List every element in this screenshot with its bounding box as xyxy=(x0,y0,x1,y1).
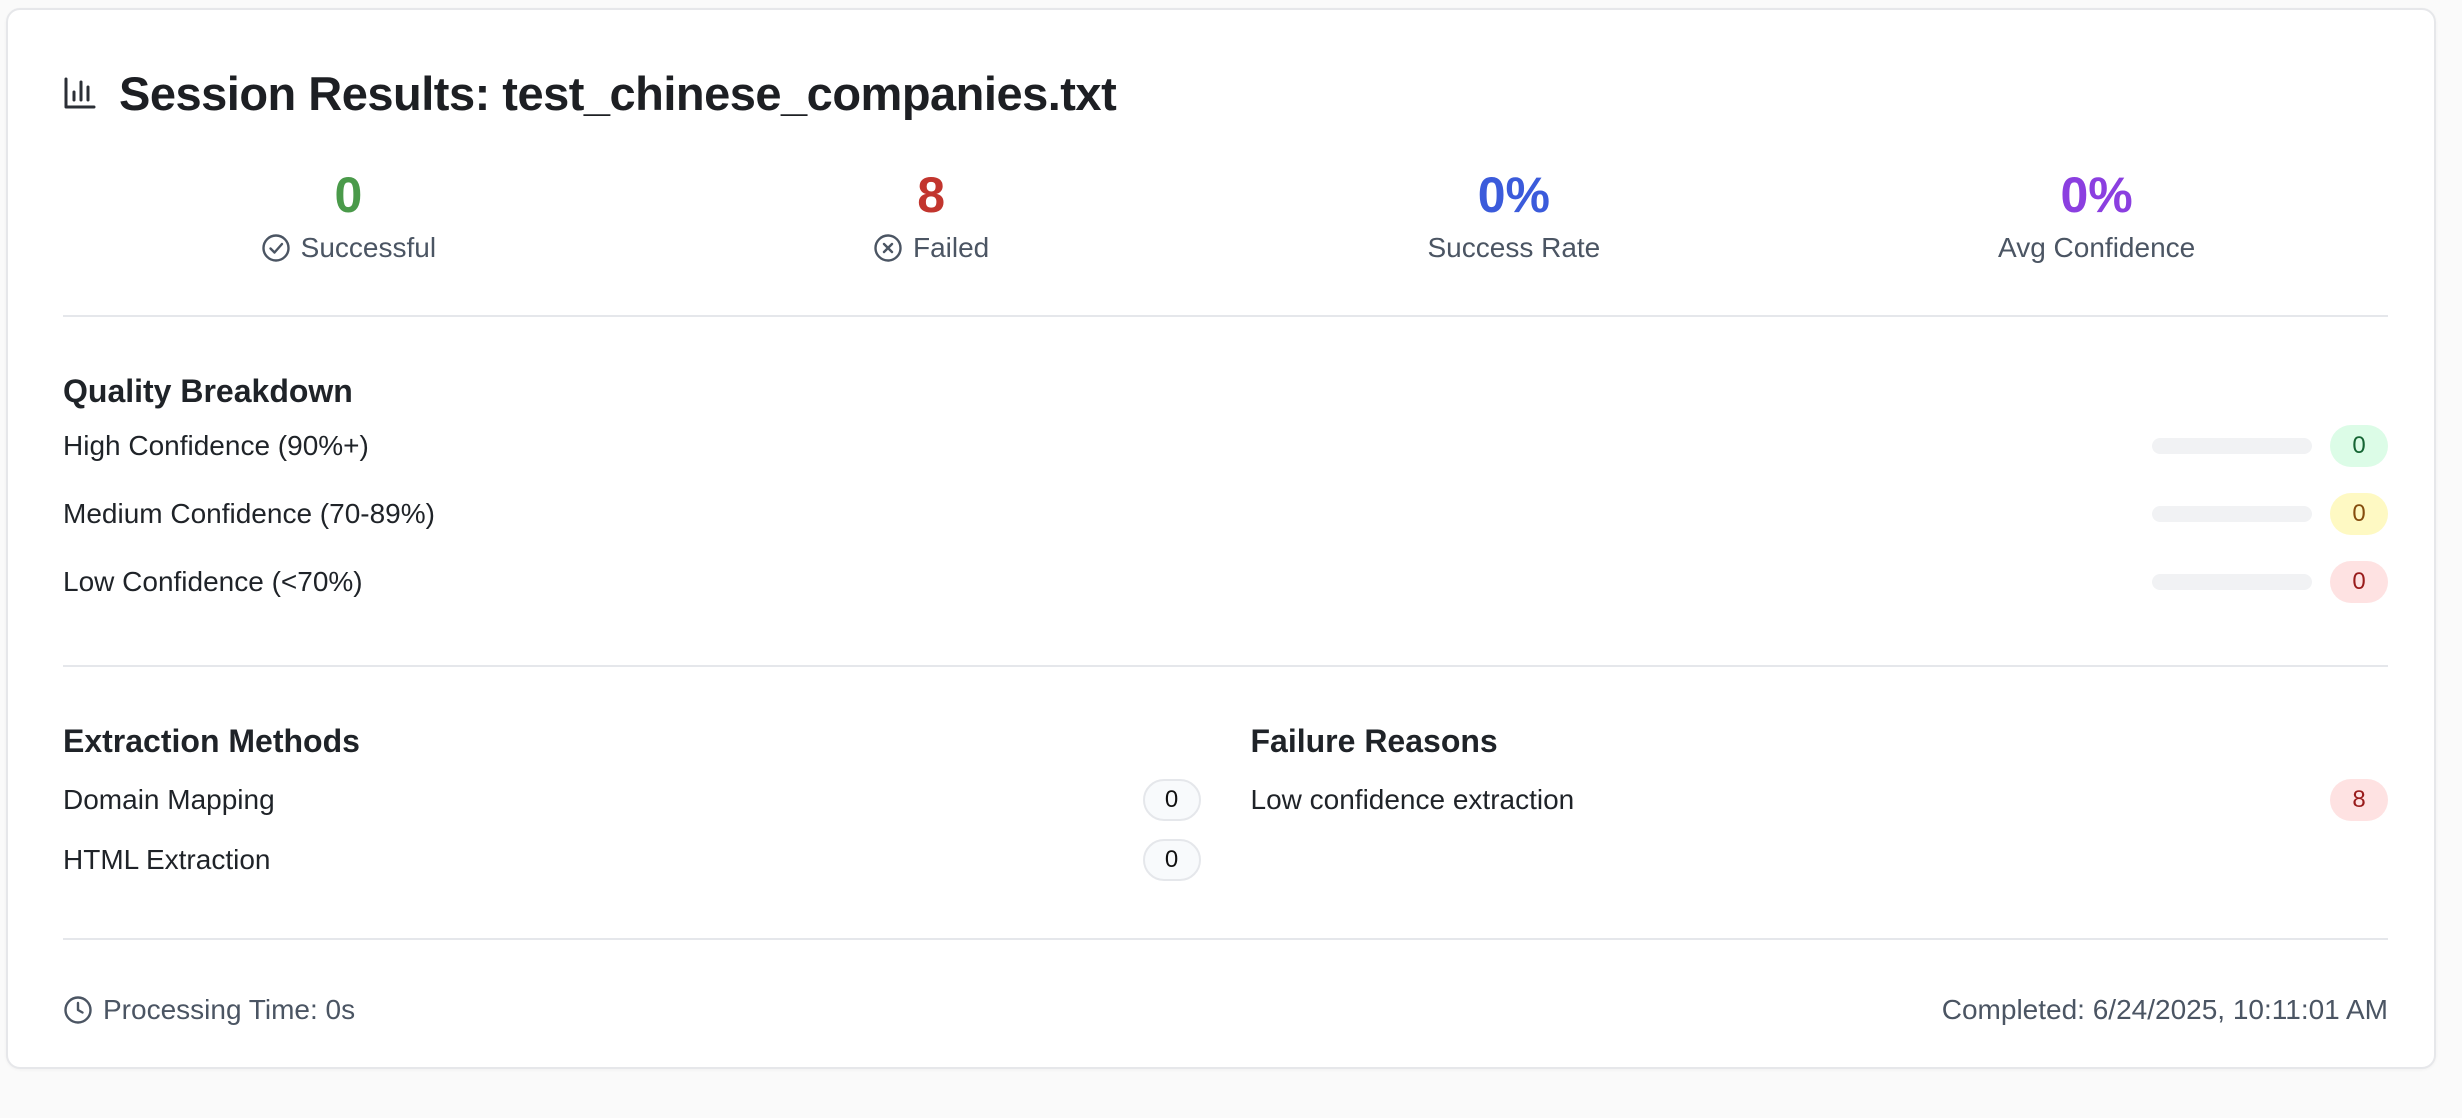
quality-row-medium: Medium Confidence (70-89%) 0 xyxy=(63,480,2388,548)
count-badge: 8 xyxy=(2330,779,2388,821)
stat-success-rate: 0% Success Rate xyxy=(1223,162,1806,272)
stat-value: 0% xyxy=(1477,167,1550,223)
quality-label: Low Confidence (<70%) xyxy=(63,566,363,597)
section-title: Failure Reasons xyxy=(1250,723,1498,759)
progress-bar xyxy=(2152,438,2312,454)
x-circle-icon xyxy=(874,234,902,262)
stat-label: Successful xyxy=(300,232,437,263)
extraction-methods: Extraction Methods Domain Mapping 0 HTML… xyxy=(63,720,1201,890)
divider xyxy=(63,315,2388,317)
list-item: Low confidence extraction 8 xyxy=(1250,770,2388,830)
count-badge: 0 xyxy=(2330,493,2388,535)
section-title: Quality Breakdown xyxy=(63,373,353,409)
list-item-label: Low confidence extraction xyxy=(1250,784,1575,815)
quality-row-low: Low Confidence (<70%) 0 xyxy=(63,548,2388,616)
card-header: Session Results: test_chinese_companies.… xyxy=(63,58,1117,128)
stats-row: 0 Successful 8 Failed 0% Success Rate 0%… xyxy=(57,162,2388,272)
stat-label: Success Rate xyxy=(1427,232,1601,263)
list-item-label: Domain Mapping xyxy=(63,784,275,815)
list-item: HTML Extraction 0 xyxy=(63,830,1201,890)
check-circle-icon xyxy=(261,234,290,262)
divider xyxy=(63,938,2388,940)
stat-label: Failed xyxy=(912,232,990,263)
list-item-label: HTML Extraction xyxy=(63,844,271,875)
session-results-card: Session Results: test_chinese_companies.… xyxy=(6,8,2436,1069)
quality-label: Medium Confidence (70-89%) xyxy=(63,498,435,529)
stat-avg-confidence: 0% Avg Confidence xyxy=(1805,162,2388,272)
progress-bar xyxy=(2152,574,2312,590)
divider xyxy=(63,665,2388,667)
completed-timestamp: Completed: 6/24/2025, 10:11:01 AM xyxy=(1941,994,2388,1025)
quality-breakdown: Quality Breakdown High Confidence (90%+)… xyxy=(63,370,2388,616)
stat-value: 0 xyxy=(334,167,363,223)
count-badge: 0 xyxy=(1142,839,1201,881)
quality-row-high: High Confidence (90%+) 0 xyxy=(63,412,2388,480)
count-badge: 0 xyxy=(2330,561,2388,603)
details-columns: Extraction Methods Domain Mapping 0 HTML… xyxy=(63,720,2388,890)
stat-successful: 0 Successful xyxy=(57,162,640,272)
stat-failed: 8 Failed xyxy=(640,162,1223,272)
stat-label: Avg Confidence xyxy=(1998,232,2196,263)
failure-reasons: Failure Reasons Low confidence extractio… xyxy=(1250,720,2388,890)
stat-value: 0% xyxy=(2060,167,2133,223)
processing-time: Processing Time: 0s xyxy=(103,994,356,1025)
count-badge: 0 xyxy=(1142,779,1201,821)
section-title: Extraction Methods xyxy=(63,723,360,759)
quality-label: High Confidence (90%+) xyxy=(63,430,369,461)
bar-chart-icon xyxy=(64,77,96,109)
clock-icon xyxy=(64,996,92,1024)
count-badge: 0 xyxy=(2330,425,2388,467)
stat-value: 8 xyxy=(917,167,946,223)
page-title: Session Results: test_chinese_companies.… xyxy=(119,66,1117,120)
list-item: Domain Mapping 0 xyxy=(63,770,1201,830)
progress-bar xyxy=(2152,506,2312,522)
card-footer: Processing Time: 0s Completed: 6/24/2025… xyxy=(63,986,2388,1034)
